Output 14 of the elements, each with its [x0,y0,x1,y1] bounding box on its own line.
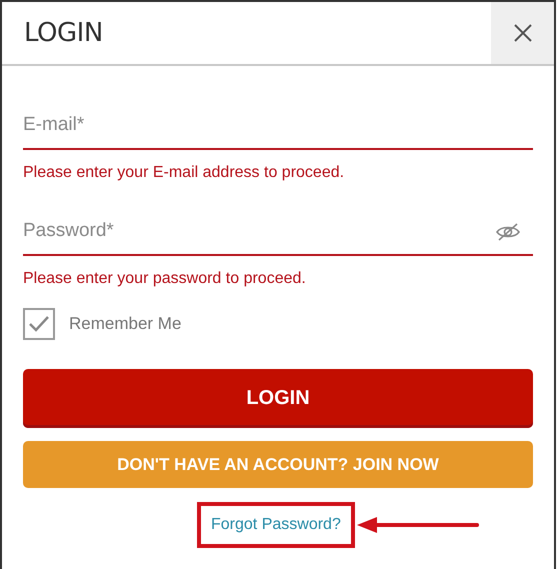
error-message: Please enter your E-mail address to proceed. [23,164,346,182]
login-button[interactable]: LOGIN [23,369,533,428]
forgot-password-link[interactable]: Forgot Password? [211,516,341,533]
email-field[interactable]: E-mail* [23,102,533,150]
error-message: Please enter your password to proceed. [23,270,307,288]
join-now-button[interactable]: DON'T HAVE AN ACCOUNT? JOIN NOW [23,441,533,488]
close-button[interactable] [491,2,554,64]
remember-checkbox[interactable] [23,308,55,340]
password-field[interactable]: Password* [23,208,533,256]
hidden-eye-icon[interactable] [495,222,521,242]
remember-label: Remember Me [69,314,182,334]
dialog-title: LOGIN [23,17,104,50]
close-icon [512,23,532,43]
checkmark-icon [27,314,51,334]
